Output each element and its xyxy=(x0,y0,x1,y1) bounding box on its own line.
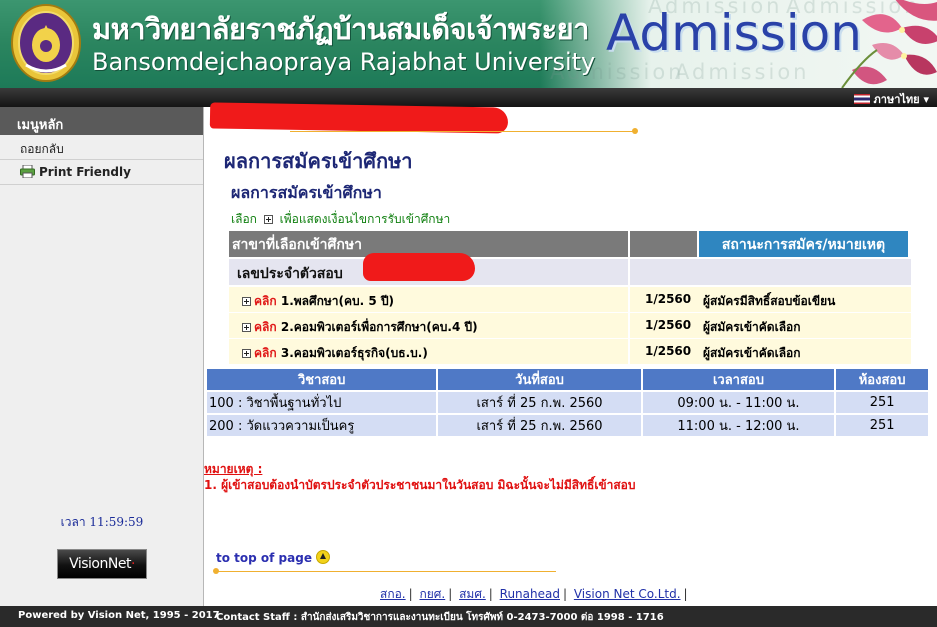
choice-toggle[interactable]: คลิก 1.พลศึกษา(คบ. 5 ปี) xyxy=(239,292,394,311)
choice-term: 1/2560 xyxy=(645,292,692,306)
link-separator: | xyxy=(448,587,453,601)
print-friendly-label: Print Friendly xyxy=(39,165,131,179)
exam-subject: 100 : วิชาพื้นฐานทั่วไป xyxy=(207,392,437,415)
expand-plus-icon xyxy=(263,215,273,224)
sidebar-heading: เมนูหลัก xyxy=(0,107,203,135)
select-prefix: เลือก xyxy=(231,212,257,226)
click-link[interactable]: คลิก xyxy=(254,320,277,334)
sidebar-item-back[interactable]: ถอยกลับ xyxy=(0,135,203,160)
column-header-time: เวลาสอบ xyxy=(642,369,835,392)
table-row: 100 : วิชาพื้นฐานทั่วไป เสาร์ ที่ 25 ก.พ… xyxy=(207,392,928,415)
exam-subject: 200 : วัดแววความเป็นครู xyxy=(207,415,437,438)
choice-toggle[interactable]: คลิก 2.คอมพิวเตอร์เพื่อการศึกษา(คบ.4 ปี) xyxy=(239,318,478,337)
choice-row: คลิก 2.คอมพิวเตอร์เพื่อการศึกษา(คบ.4 ปี)… xyxy=(229,313,911,338)
choice-toggle[interactable]: คลิก 3.คอมพิวเตอร์ธุรกิจ(บธ.บ.) xyxy=(239,344,428,363)
expand-plus-icon[interactable] xyxy=(242,297,251,306)
redaction-mark xyxy=(209,102,509,134)
choice-major-name: 3.คอมพิวเตอร์ธุรกิจ(บธ.บ.) xyxy=(280,346,428,360)
link-separator: | xyxy=(488,587,493,601)
row-separator xyxy=(628,259,630,285)
link-separator: | xyxy=(408,587,413,601)
visionnet-label: VisionNet xyxy=(69,556,131,572)
university-name-english: Bansomdejchaopraya Rajabhat University xyxy=(92,48,596,76)
exam-room: 251 xyxy=(836,392,928,415)
redaction-mark xyxy=(363,253,475,281)
click-link[interactable]: คลิก xyxy=(254,346,277,360)
expand-plus-icon[interactable] xyxy=(242,349,251,358)
university-logo-icon[interactable] xyxy=(10,3,82,83)
header-term xyxy=(630,231,697,257)
chevron-down-icon: ▾ xyxy=(923,93,929,106)
exam-time: 11:00 น. - 12:00 น. xyxy=(642,415,835,438)
section-title: ผลการสมัครเข้าศึกษา xyxy=(231,183,382,202)
exam-id-label: เลขประจำตัวสอบ xyxy=(237,266,343,282)
language-label: ภาษาไทย xyxy=(873,93,920,106)
top-navigation-bar: ภาษาไทย ▾ xyxy=(0,88,937,107)
arrow-up-icon[interactable] xyxy=(315,550,330,564)
row-separator xyxy=(628,339,630,364)
choice-status: ผู้สมัครมีสิทธิ์สอบข้อเขียน xyxy=(703,294,836,308)
footer-link-slf[interactable]: กยศ. xyxy=(420,587,446,601)
orchid-flower-icon xyxy=(841,0,937,88)
note-text: 1. ผู้เข้าสอบต้องนำบัตรประจำตัวประชาชนมา… xyxy=(204,478,636,492)
site-header: Admission Admission Admission Admission … xyxy=(0,0,937,88)
divider xyxy=(290,131,636,132)
contact-staff-text: Contact Staff : สำนักส่งเสริมวิชาการและง… xyxy=(216,612,664,623)
language-selector[interactable]: ภาษาไทย ▾ xyxy=(853,90,929,108)
column-header-room: ห้องสอบ xyxy=(836,369,928,392)
exam-id-row: เลขประจำตัวสอบ xyxy=(229,259,911,285)
choice-major-name: 2.คอมพิวเตอร์เพื่อการศึกษา(คบ.4 ปี) xyxy=(280,320,478,334)
header-status: สถานะการสมัคร/หมายเหตุ xyxy=(699,231,908,257)
link-separator: | xyxy=(562,587,568,601)
back-to-top-link[interactable]: to top of page xyxy=(216,550,330,570)
exam-schedule-table: วิชาสอบ วันที่สอบ เวลาสอบ ห้องสอบ 100 : … xyxy=(205,369,930,438)
expand-plus-icon[interactable] xyxy=(242,323,251,332)
row-separator xyxy=(628,287,630,312)
thai-flag-icon xyxy=(853,94,870,104)
printer-icon xyxy=(20,165,35,178)
bottom-bar: Powered by Vision Net, 1995 - 2017 Conta… xyxy=(0,606,937,627)
visionnet-dot-icon: · xyxy=(130,556,135,572)
footer-link-ohec[interactable]: สกอ. xyxy=(380,587,406,601)
choice-status: ผู้สมัครเข้าคัดเลือก xyxy=(703,320,801,334)
choice-term: 1/2560 xyxy=(645,318,692,332)
page-title: ผลการสมัครเข้าศึกษา xyxy=(224,149,413,173)
table-row: 200 : วัดแววความเป็นครู เสาร์ ที่ 25 ก.พ… xyxy=(207,415,928,438)
exam-date: เสาร์ ที่ 25 ก.พ. 2560 xyxy=(438,392,641,415)
select-instruction: เลือก เพื่อแสดงเงื่อนไขการรับเข้าศึกษา xyxy=(231,210,450,229)
sidebar: เมนูหลัก ถอยกลับ Print Friendly เวลา 11:… xyxy=(0,107,204,606)
footer-link-runahead[interactable]: Runahead xyxy=(500,587,560,601)
choice-term: 1/2560 xyxy=(645,344,692,358)
table-header-row: วิชาสอบ วันที่สอบ เวลาสอบ ห้องสอบ xyxy=(207,369,928,392)
link-separator: | xyxy=(683,587,688,601)
clock-display: เวลา 11:59:59 xyxy=(60,515,144,529)
click-link[interactable]: คลิก xyxy=(254,294,277,308)
choice-major-name: 1.พลศึกษา(คบ. 5 ปี) xyxy=(280,294,395,308)
choice-row: คลิก 3.คอมพิวเตอร์ธุรกิจ(บธ.บ.) 1/2560 ผ… xyxy=(229,339,911,364)
divider-dot xyxy=(213,568,219,574)
exam-date: เสาร์ ที่ 25 ก.พ. 2560 xyxy=(438,415,641,438)
footer-link-visionnet[interactable]: Vision Net Co.Ltd. xyxy=(574,587,681,601)
divider xyxy=(216,571,556,572)
exam-room: 251 xyxy=(836,415,928,438)
footer-link-onesqa[interactable]: สมศ. xyxy=(459,587,486,601)
university-name-thai: มหาวิทยาลัยราชภัฏบ้านสมเด็จเจ้าพระยา xyxy=(92,12,589,46)
page: Admission Admission Admission Admission … xyxy=(0,0,937,627)
column-header-date: วันที่สอบ xyxy=(438,369,641,392)
sidebar-item-print-friendly[interactable]: Print Friendly xyxy=(0,160,203,185)
back-to-top-label[interactable]: to top of page xyxy=(216,551,312,565)
divider-dot xyxy=(632,128,638,134)
row-separator xyxy=(628,313,630,338)
choice-status: ผู้สมัครเข้าคัดเลือก xyxy=(703,346,801,360)
header-watermark: Admission xyxy=(675,60,810,84)
admission-banner-title: Admission xyxy=(606,4,862,62)
choice-row: คลิก 1.พลศึกษา(คบ. 5 ปี) 1/2560 ผู้สมัคร… xyxy=(229,287,911,312)
column-header-subject: วิชาสอบ xyxy=(207,369,437,392)
visionnet-logo-button[interactable]: VisionNet· xyxy=(57,549,147,579)
powered-by-text: Powered by Vision Net, 1995 - 2017 xyxy=(18,610,220,621)
select-suffix: เพื่อแสดงเงื่อนไขการรับเข้าศึกษา xyxy=(279,212,451,226)
footer-links: สกอ. | กยศ. | สมศ. | Runahead | Vision Net C… xyxy=(380,585,691,604)
exam-time: 09:00 น. - 11:00 น. xyxy=(642,392,835,415)
